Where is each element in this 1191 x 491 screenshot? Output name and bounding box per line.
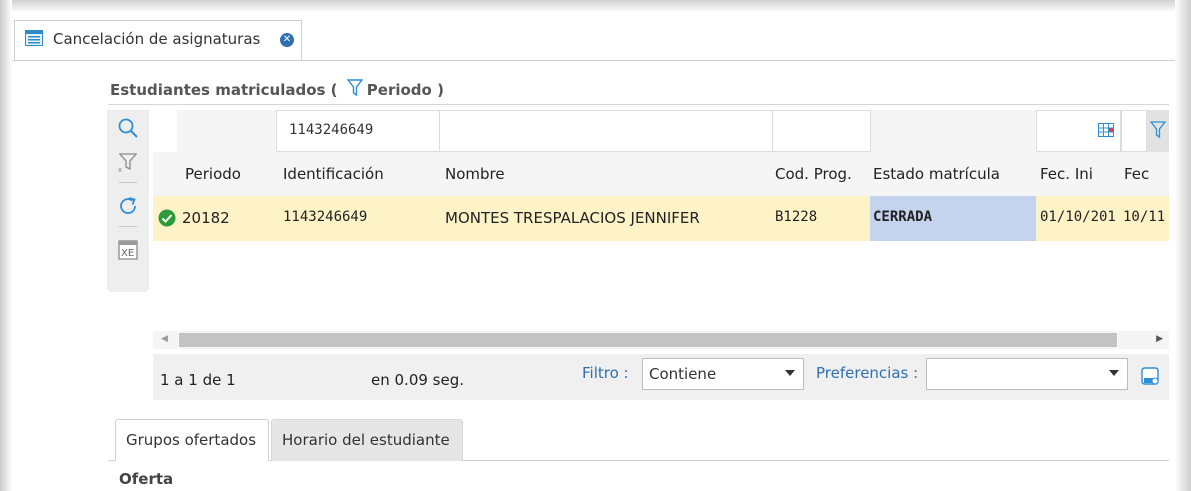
filtro-label: Filtro : xyxy=(582,364,629,382)
chevron-down-icon xyxy=(785,370,795,376)
search-icon[interactable] xyxy=(116,116,140,140)
window-frame-top xyxy=(0,0,1191,12)
column-header-cod-prog[interactable]: Cod. Prog. xyxy=(775,165,852,183)
cell-cod-prog: B1228 xyxy=(775,209,818,225)
cell-fec: 10/11 xyxy=(1123,209,1166,225)
preferencias-label: Preferencias : xyxy=(816,364,919,382)
column-header-nombre[interactable]: Nombre xyxy=(445,165,505,183)
section-title-prefix: Estudiantes matriculados ( xyxy=(110,81,338,99)
identificacion-filter-input[interactable]: 1143246649 xyxy=(276,110,440,152)
record-count: 1 a 1 de 1 xyxy=(160,371,236,389)
save-preferences-icon[interactable] xyxy=(1138,364,1162,388)
export-excel-icon[interactable]: XE xyxy=(116,238,140,262)
filter-icon[interactable] xyxy=(346,79,363,97)
filter-icon xyxy=(1150,121,1166,139)
cell-identificacion: 1143246649 xyxy=(283,209,368,225)
preferencias-select[interactable] xyxy=(926,358,1128,390)
section-title-suffix: ) xyxy=(437,81,444,99)
grid-header-row: Periodo Identificación Nombre Cod. Prog.… xyxy=(153,152,1169,196)
section-filter-label: Periodo xyxy=(366,81,432,99)
codprog-filter-input[interactable] xyxy=(772,110,871,152)
column-header-fec[interactable]: Fec xyxy=(1124,165,1149,183)
table-row[interactable]: 20182 1143246649 MONTES TRESPALACIOS JEN… xyxy=(153,196,1169,241)
column-header-identificacion[interactable]: Identificación xyxy=(283,165,384,183)
tab-horario-estudiante[interactable]: Horario del estudiante xyxy=(271,419,463,461)
chevron-down-icon xyxy=(1109,370,1119,376)
oferta-title: Oferta xyxy=(119,470,174,488)
filtro-select[interactable]: Contiene xyxy=(642,358,804,390)
scroll-left-icon[interactable]: ◀ xyxy=(161,334,168,344)
svg-text:XE: XE xyxy=(121,248,134,259)
grid-filter-row: 1143246649 xyxy=(153,110,1169,152)
scrollbar-thumb[interactable] xyxy=(179,333,1117,347)
toolbar-separator xyxy=(119,226,137,227)
column-header-periodo[interactable]: Periodo xyxy=(185,165,241,183)
refresh-icon[interactable] xyxy=(116,194,140,218)
cell-estado: CERRADA xyxy=(873,209,933,225)
cell-fec-ini: 01/10/201 xyxy=(1040,209,1116,225)
tabstrip-divider xyxy=(12,60,1175,61)
cell-nombre: MONTES TRESPALACIOS JENNIFER xyxy=(445,209,700,227)
window-frame-right xyxy=(1175,0,1191,491)
tab-grupos-ofertados-label: Grupos ofertados xyxy=(126,431,257,449)
periodo-filter-spacer xyxy=(153,110,177,152)
filter-button[interactable] xyxy=(1147,110,1169,152)
grid-pager: 1 a 1 de 1 en 0.09 seg. Filtro : Contien… xyxy=(153,354,1169,400)
section-title: Estudiantes matriculados ( Periodo ) xyxy=(110,79,444,99)
section-divider xyxy=(108,104,1169,105)
grid-view-icon[interactable] xyxy=(1098,123,1114,137)
filtro-select-value: Contiene xyxy=(649,365,717,383)
window-frame-left xyxy=(0,0,12,491)
tab-label: Cancelación de asignaturas xyxy=(53,30,261,48)
cell-periodo: 20182 xyxy=(182,209,230,227)
tab-horario-estudiante-label: Horario del estudiante xyxy=(282,431,450,449)
scroll-right-icon[interactable]: ▶ xyxy=(1156,334,1163,344)
query-time: en 0.09 seg. xyxy=(371,371,465,389)
fec-filter-input[interactable] xyxy=(1121,110,1147,152)
identificacion-filter-value: 1143246649 xyxy=(289,122,374,138)
column-header-estado[interactable]: Estado matrícula xyxy=(873,165,1000,183)
window-list-icon xyxy=(25,30,43,46)
horizontal-scrollbar[interactable]: ◀ ▶ xyxy=(153,331,1169,349)
svg-text:x: x xyxy=(118,166,122,174)
column-header-fec-ini[interactable]: Fec. Ini xyxy=(1040,165,1093,183)
tab-cancelacion[interactable]: Cancelación de asignaturas ✕ xyxy=(14,20,302,60)
nombre-filter-input[interactable] xyxy=(439,110,773,152)
close-circle-icon[interactable]: ✕ xyxy=(280,33,294,47)
tab-grupos-ofertados[interactable]: Grupos ofertados xyxy=(115,419,269,461)
students-grid: 1143246649 Periodo Identificación Nombre… xyxy=(153,110,1169,296)
clear-filter-icon[interactable]: x xyxy=(116,150,140,174)
grid-toolbar: x XE xyxy=(107,110,149,292)
check-circle-icon xyxy=(158,209,176,227)
toolbar-separator xyxy=(119,182,137,183)
